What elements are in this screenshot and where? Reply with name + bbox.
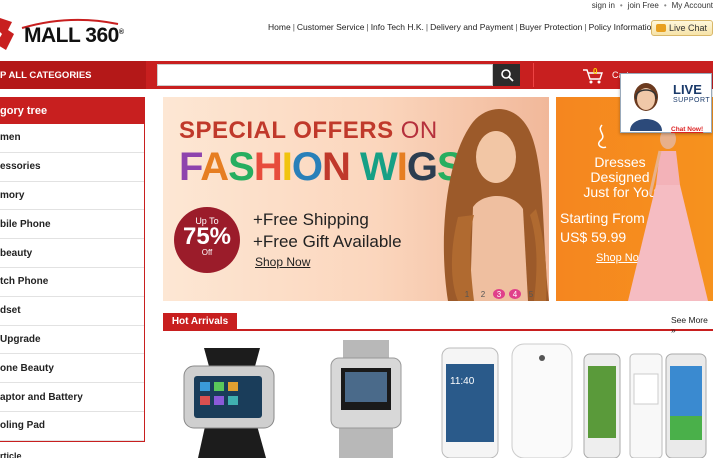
dress-logo-icon bbox=[597, 124, 607, 149]
category-item[interactable]: tch Phone bbox=[0, 268, 144, 297]
separator: • bbox=[663, 0, 667, 10]
category-item[interactable]: men bbox=[0, 124, 144, 153]
nav-link[interactable]: Buyer Protection bbox=[520, 22, 583, 32]
category-item[interactable]: dset bbox=[0, 297, 144, 326]
category-tree: gory tree men essories mory bile Phone beaut… bbox=[0, 97, 145, 442]
banner-letter: A bbox=[200, 145, 229, 189]
product-smartphone-1[interactable]: 11:40 bbox=[440, 340, 574, 458]
svg-text:11:40: 11:40 bbox=[450, 376, 475, 387]
nav-separator: | bbox=[584, 22, 587, 32]
main-nav: Home | Customer Service | Info Tech H.K. | Del… bbox=[268, 22, 656, 32]
live-chat-button[interactable]: Live Chat bbox=[651, 20, 713, 36]
banner-letter: S bbox=[228, 145, 255, 189]
banner-page-dot[interactable]: 4 bbox=[509, 289, 521, 299]
nav-link[interactable]: Policy Information bbox=[589, 22, 657, 32]
live-support-widget[interactable]: LIVE SUPPORT Chat Now! bbox=[620, 73, 712, 133]
banner-page-dot[interactable]: 5 bbox=[525, 289, 537, 299]
category-item[interactable]: one Beauty bbox=[0, 354, 144, 384]
banner-pagination: 12345 bbox=[461, 289, 537, 299]
banner-shop-now-link[interactable]: Shop Now bbox=[255, 255, 310, 269]
banner-letter: F bbox=[179, 145, 201, 189]
site-logo[interactable]: MALL 360® bbox=[0, 14, 125, 54]
hot-arrivals-tab[interactable]: Hot Arrivals bbox=[163, 313, 237, 330]
product-watch-phone-2[interactable] bbox=[325, 340, 407, 458]
hero-banner[interactable]: SPECIAL OFFERS ON FASHION WIGS Up To 75%… bbox=[163, 97, 549, 301]
see-more-link[interactable]: See More » bbox=[671, 315, 713, 335]
promo-price: US$ 59.99 bbox=[560, 229, 627, 245]
logo-mark-icon bbox=[0, 18, 14, 50]
my-account-link[interactable]: My Account bbox=[672, 1, 713, 10]
category-item[interactable]: Upgrade bbox=[0, 326, 144, 355]
nav-link[interactable]: Home bbox=[268, 22, 291, 32]
banner-letter: N bbox=[321, 145, 351, 189]
nav-link[interactable]: Customer Service bbox=[297, 22, 365, 32]
banner-headline: SPECIAL OFFERS ON bbox=[179, 117, 438, 144]
banner-letter: H bbox=[253, 145, 283, 189]
banner-letter: O bbox=[291, 145, 323, 189]
category-item[interactable]: beauty bbox=[0, 239, 144, 268]
nav-link[interactable]: Info Tech H.K. bbox=[371, 22, 424, 32]
category-item[interactable]: essories bbox=[0, 153, 144, 182]
category-tree-title: gory tree bbox=[0, 98, 144, 124]
nav-separator: | bbox=[425, 22, 429, 32]
product-smartphone-2[interactable] bbox=[582, 340, 713, 458]
dress-model-image bbox=[628, 129, 708, 301]
sign-in-link[interactable]: sign in bbox=[592, 1, 615, 10]
nav-separator: | bbox=[366, 22, 369, 32]
category-list: men essories mory bile Phone beauty tch Phone… bbox=[0, 124, 144, 441]
search-input[interactable] bbox=[157, 64, 493, 86]
support-agent-image bbox=[630, 83, 662, 131]
join-free-link[interactable]: join Free bbox=[628, 1, 659, 10]
banner-page-dot[interactable]: 2 bbox=[477, 289, 489, 299]
page: sign in • join Free • My Account MALL 36… bbox=[0, 0, 713, 458]
banner-letter: W bbox=[359, 145, 398, 189]
top-links: sign in • join Free • My Account bbox=[592, 0, 713, 10]
article-heading: rticle bbox=[0, 451, 22, 458]
all-categories-button[interactable]: P ALL CATEGORIES bbox=[0, 61, 146, 89]
banner-feature-gift: +Free Gift Available bbox=[253, 232, 402, 251]
separator: • bbox=[619, 0, 623, 10]
discount-badge: Up To 75% Off bbox=[174, 207, 240, 273]
logo-text: MALL 360® bbox=[24, 24, 124, 47]
banner-feature-shipping: +Free Shipping bbox=[253, 210, 369, 229]
chat-now-link[interactable]: Chat Now! bbox=[671, 126, 703, 133]
nav-separator: | bbox=[515, 22, 518, 32]
category-item[interactable]: mory bbox=[0, 182, 144, 211]
banner-page-dot[interactable]: 1 bbox=[461, 289, 473, 299]
cart-count: 0 bbox=[593, 67, 598, 76]
banner-letter bbox=[350, 145, 360, 189]
product-watch-phone-1[interactable] bbox=[170, 340, 288, 458]
all-categories-label: P ALL CATEGORIES bbox=[0, 69, 92, 81]
live-support-subtitle: SUPPORT bbox=[673, 97, 711, 104]
banner-model-image bbox=[443, 109, 549, 301]
nav-separator: | bbox=[292, 22, 295, 32]
live-support-title: LIVE bbox=[673, 82, 702, 97]
category-item[interactable]: aptor and Battery bbox=[0, 383, 144, 412]
banner-page-dot[interactable]: 3 bbox=[493, 289, 505, 299]
live-chat-label: Live Chat bbox=[669, 23, 708, 33]
banner-letter: I bbox=[396, 145, 408, 189]
category-item[interactable]: oling Pad bbox=[0, 412, 144, 441]
search-icon bbox=[500, 69, 514, 82]
nav-link[interactable]: Delivery and Payment bbox=[430, 22, 513, 32]
search-button[interactable] bbox=[493, 64, 520, 86]
chat-bubble-icon bbox=[656, 24, 666, 32]
category-item[interactable]: bile Phone bbox=[0, 210, 144, 240]
hot-arrivals-rule bbox=[163, 329, 713, 331]
banner-letter: I bbox=[281, 145, 293, 189]
